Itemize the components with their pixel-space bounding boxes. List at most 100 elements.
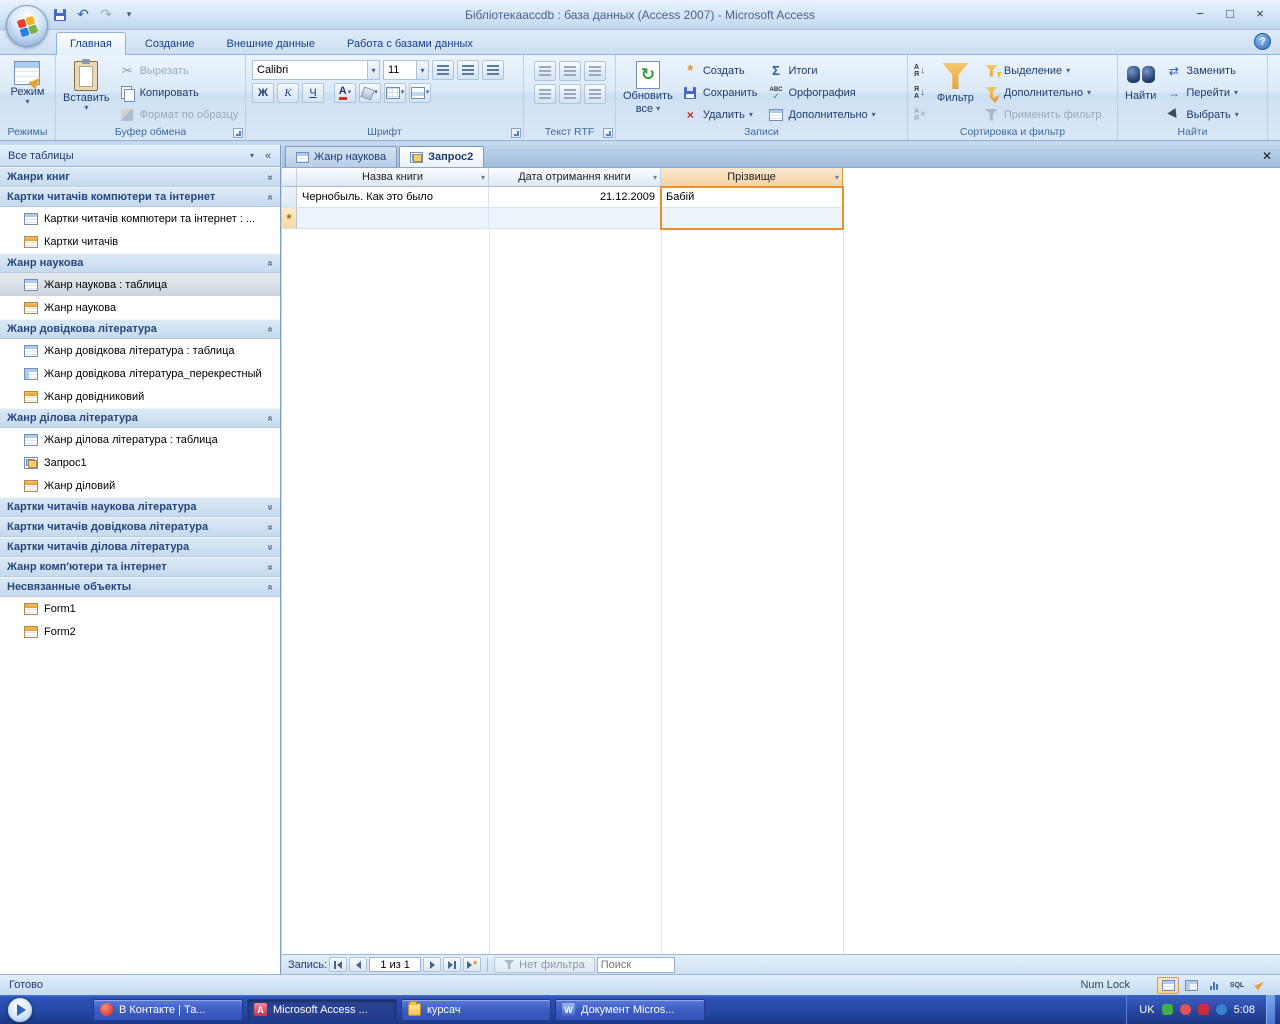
underline-button[interactable]: Ч bbox=[302, 83, 324, 103]
column-header-selected[interactable]: Прізвище ▾ bbox=[661, 168, 843, 187]
close-document-button[interactable]: ✕ bbox=[1262, 149, 1272, 163]
taskbar-edge[interactable] bbox=[1266, 995, 1275, 1024]
copy-button[interactable]: Копировать bbox=[116, 82, 244, 103]
cell-surname-selected[interactable]: Бабій bbox=[661, 187, 843, 208]
bullets-button[interactable] bbox=[558, 84, 581, 104]
cell-empty[interactable] bbox=[661, 208, 843, 229]
nav-item-selected[interactable]: Жанр наукова : таблица bbox=[0, 273, 280, 296]
font-name-combo[interactable]: Calibri ▾ bbox=[252, 60, 380, 80]
doc-tab[interactable]: Жанр наукова bbox=[285, 146, 398, 167]
nav-group-header[interactable]: Несвязанные объекты » bbox=[0, 577, 280, 597]
chevron-down-icon[interactable]: ▾ bbox=[481, 173, 485, 182]
nav-item[interactable]: Form1 bbox=[0, 597, 280, 620]
taskbar-item[interactable]: курсач bbox=[401, 998, 551, 1021]
start-button[interactable] bbox=[7, 996, 33, 1023]
taskbar-item-active[interactable]: A Microsoft Access ... bbox=[247, 998, 397, 1021]
toggle-filter-button[interactable]: Применить фильтр bbox=[980, 104, 1107, 125]
record-position-input[interactable] bbox=[369, 957, 422, 972]
taskbar-item[interactable]: В Контакте | Та... bbox=[93, 998, 243, 1021]
column-header[interactable]: Дата отримання книги ▾ bbox=[489, 168, 661, 187]
highlight-button[interactable] bbox=[583, 84, 606, 104]
goto-button[interactable]: → Перейти ▾ bbox=[1162, 82, 1243, 103]
help-button[interactable]: ? bbox=[1254, 33, 1271, 50]
nav-item[interactable]: Жанр діловий bbox=[0, 474, 280, 497]
antivirus-tray-icon[interactable] bbox=[1161, 1004, 1173, 1015]
totals-button[interactable]: Σ Итоги bbox=[764, 60, 880, 81]
view-button[interactable]: Режим ▾ bbox=[7, 58, 49, 106]
chevron-down-icon[interactable]: ▾ bbox=[835, 173, 839, 182]
select-all-corner[interactable] bbox=[282, 168, 297, 187]
save-button[interactable] bbox=[50, 5, 70, 24]
bold-button[interactable]: Ж bbox=[252, 83, 274, 103]
column-header[interactable]: Назва книги ▾ bbox=[297, 168, 489, 187]
nav-group-header[interactable]: Картки читачів ділова література » bbox=[0, 537, 280, 557]
nav-item[interactable]: Картки читачів компютери та інтернет : .… bbox=[0, 207, 280, 230]
tray-icon[interactable] bbox=[1215, 1004, 1227, 1015]
tray-icon[interactable] bbox=[1179, 1004, 1191, 1015]
dialog-launcher-icon[interactable] bbox=[603, 128, 613, 138]
nav-group-header[interactable]: Жанр наукова » bbox=[0, 253, 280, 273]
nav-item[interactable]: Жанр наукова bbox=[0, 296, 280, 319]
cell-book-title[interactable]: Чернобыль. Как это было bbox=[297, 187, 489, 208]
previous-record-button[interactable] bbox=[349, 957, 368, 972]
dialog-launcher-icon[interactable] bbox=[511, 128, 521, 138]
delete-record-button[interactable]: × Удалить ▾ bbox=[679, 104, 763, 125]
decrease-indent-button[interactable] bbox=[533, 61, 556, 81]
find-button[interactable]: Найти bbox=[1121, 58, 1160, 103]
maximize-button[interactable]: □ bbox=[1222, 6, 1238, 21]
refresh-all-button[interactable]: ↻ Обновить все ▾ bbox=[619, 58, 677, 116]
tab-create[interactable]: Создание bbox=[132, 33, 208, 54]
navpane-header[interactable]: Все таблицы ▾ « bbox=[0, 145, 280, 167]
cell-date[interactable]: 21.12.2009 bbox=[489, 187, 661, 208]
font-color-button[interactable]: А ▾ bbox=[334, 83, 356, 103]
navpane-shutter-button[interactable]: « bbox=[260, 148, 276, 164]
nav-group-header[interactable]: Картки читачів компютери та інтернет » bbox=[0, 187, 280, 207]
undo-button[interactable]: ↶ bbox=[73, 5, 93, 24]
italic-button[interactable]: К bbox=[277, 83, 299, 103]
clear-sort-button[interactable]: А Я × bbox=[911, 104, 931, 125]
next-record-button[interactable] bbox=[423, 957, 442, 972]
datasheet-view-button[interactable] bbox=[1157, 976, 1179, 994]
nav-group-header[interactable]: Жанр комп'ютери та інтернет » bbox=[0, 557, 280, 577]
last-record-button[interactable] bbox=[443, 957, 462, 972]
redo-button[interactable]: ↷ bbox=[96, 5, 116, 24]
increase-indent-button[interactable] bbox=[558, 61, 581, 81]
nav-group-header[interactable]: Жанри книг » bbox=[0, 167, 280, 187]
format-painter-button[interactable]: Формат по образцу bbox=[116, 104, 244, 125]
nav-item[interactable]: Жанр довідкова література : таблица bbox=[0, 339, 280, 362]
nav-group-header[interactable]: Картки читачів довідкова література » bbox=[0, 517, 280, 537]
filter-button[interactable]: Фильтр bbox=[933, 58, 978, 105]
more-records-button[interactable]: Дополнительно ▾ bbox=[764, 104, 880, 125]
minimize-button[interactable]: − bbox=[1192, 6, 1208, 21]
row-selector[interactable] bbox=[282, 187, 297, 208]
pivotchart-view-button[interactable] bbox=[1203, 977, 1225, 994]
nav-item[interactable]: Запрос1 bbox=[0, 451, 280, 474]
sql-view-button[interactable]: SQL bbox=[1226, 977, 1248, 994]
navpane-menu-button[interactable]: ▾ bbox=[244, 148, 260, 164]
tab-home[interactable]: Главная bbox=[56, 32, 126, 55]
clock[interactable]: 5:08 bbox=[1234, 1004, 1255, 1016]
office-button[interactable] bbox=[6, 5, 48, 47]
spelling-button[interactable]: ABC ✓ Орфография bbox=[764, 82, 880, 103]
pivottable-view-button[interactable] bbox=[1180, 977, 1202, 994]
align-right-button[interactable] bbox=[482, 60, 504, 80]
align-center-button[interactable] bbox=[457, 60, 479, 80]
tray-icon[interactable] bbox=[1197, 1004, 1209, 1015]
tab-database-tools[interactable]: Работа с базами данных bbox=[334, 33, 486, 54]
qat-customize-button[interactable]: ▾ bbox=[119, 5, 139, 24]
search-input[interactable] bbox=[596, 956, 675, 973]
sort-ascending-button[interactable]: А Я ↓ bbox=[911, 60, 931, 81]
nav-item[interactable]: Жанр довідкова література_перекрестный bbox=[0, 362, 280, 385]
nav-item[interactable]: Form2 bbox=[0, 620, 280, 643]
gridlines-button[interactable]: ▾ bbox=[384, 83, 406, 103]
nav-group-header[interactable]: Жанр довідкова література » bbox=[0, 319, 280, 339]
selection-filter-button[interactable]: Выделение ▾ bbox=[980, 60, 1107, 81]
new-blank-record-button[interactable]: * bbox=[463, 957, 482, 972]
direction-button[interactable] bbox=[583, 61, 606, 81]
fill-color-button[interactable]: ▾ bbox=[359, 83, 381, 103]
first-record-button[interactable] bbox=[329, 957, 348, 972]
taskbar-item[interactable]: W Документ Micros... bbox=[555, 998, 705, 1021]
tab-external-data[interactable]: Внешние данные bbox=[214, 33, 328, 54]
new-record-selector[interactable]: * bbox=[282, 208, 297, 229]
sort-descending-button[interactable]: Я А ↓ bbox=[911, 82, 931, 103]
